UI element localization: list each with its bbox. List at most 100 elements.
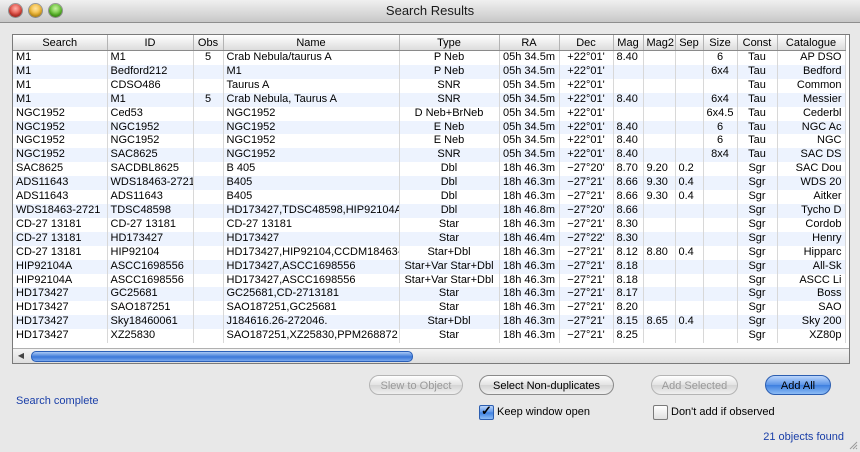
scroll-left-arrow-icon[interactable]: ◀	[16, 351, 26, 361]
table-row[interactable]: HD173427 XZ25830 SAO187251,XZ25830,PPM2688…	[13, 329, 846, 344]
cell-name: NGC1952	[223, 134, 400, 149]
cell-size	[703, 329, 738, 344]
table-row[interactable]: CD-27 13181 HIP92104 HD173427,HIP92104,CCD…	[13, 245, 846, 260]
table-row[interactable]: M1 M1 5 Crab Nebula, Taurus A SNR 05h 34.5m +2…	[13, 92, 846, 107]
horizontal-scrollbar[interactable]: ◀	[13, 348, 849, 363]
cell-cat: Messier	[777, 92, 846, 107]
cell-const: Sgr	[737, 287, 778, 302]
table-row[interactable]: M1 CDSO486 Taurus A SNR 05h 34.5m +22°01' Tau C…	[13, 78, 846, 93]
column-header-const[interactable]: Const	[737, 35, 778, 51]
cell-sep: 0.2	[675, 162, 704, 177]
cell-cat: NGC	[777, 134, 846, 149]
cell-const: Sgr	[737, 217, 778, 232]
cell-search: M1	[13, 50, 108, 65]
column-header-type[interactable]: Type	[399, 35, 500, 51]
table-row[interactable]: HIP92104A ASCC1698556 HD173427,ASCC1698556…	[13, 273, 846, 288]
checkbox-icon[interactable]	[479, 403, 494, 420]
column-header-name[interactable]: Name	[223, 35, 400, 51]
cell-const: Tau	[737, 134, 778, 149]
cell-mag2	[643, 106, 676, 121]
table-row[interactable]: HD173427 GC25681 GC25681,CD-2713181 Star 18h…	[13, 287, 846, 302]
table-row[interactable]: M1 Bedford212 M1 P Neb 05h 34.5m +22°01' 6x4 Ta…	[13, 64, 846, 79]
cell-ra: 18h 46.8m	[499, 203, 560, 218]
cell-mag2: 9.20	[643, 162, 676, 177]
cell-size	[703, 259, 738, 274]
cell-name: Taurus A	[223, 78, 400, 93]
cell-obs	[193, 301, 224, 316]
checkbox-icon[interactable]	[653, 405, 668, 420]
cell-const: Sgr	[737, 190, 778, 204]
cell-name: Crab Nebula/taurus A	[223, 50, 400, 65]
column-header-obs[interactable]: Obs	[193, 35, 224, 51]
cell-name: HD173427,ASCC1698556	[223, 259, 400, 274]
cell-search: M1	[13, 64, 108, 79]
cell-mag2	[643, 231, 676, 246]
add-selected-button[interactable]: Add Selected	[651, 375, 738, 395]
cell-obs	[193, 287, 224, 302]
cell-id: SACDBL8625	[107, 162, 194, 177]
cell-obs	[193, 78, 224, 93]
cell-cat: Cordob	[777, 217, 846, 232]
column-header-search[interactable]: Search	[13, 35, 108, 51]
column-header-ra[interactable]: RA	[499, 35, 560, 51]
table-row[interactable]: HD173427 Sky18460061 J184616.26-272046. Sta…	[13, 315, 846, 330]
slew-to-object-button[interactable]: Slew to Object	[369, 375, 463, 395]
table-row[interactable]: ADS11643 ADS11643 B405 Dbl 18h 46.3m −27°21' 8…	[13, 190, 846, 204]
column-header-dec[interactable]: Dec	[559, 35, 614, 51]
results-table[interactable]: Search ID Obs Name Type RA Dec Mag Mag2 Sep Size Co…	[12, 34, 850, 364]
cell-obs	[193, 217, 224, 232]
cell-type: SNR	[399, 78, 500, 93]
select-non-duplicates-button[interactable]: Select Non-duplicates	[479, 375, 614, 395]
cell-type: Star+Dbl	[399, 245, 500, 260]
table-row[interactable]: CD-27 13181 CD-27 13181 CD-27 13181 Star 18h…	[13, 217, 846, 232]
cell-id: GC25681	[107, 287, 194, 302]
column-header-mag[interactable]: Mag	[613, 35, 644, 51]
column-header-size[interactable]: Size	[703, 35, 738, 51]
cell-type: P Neb	[399, 50, 500, 65]
table-row[interactable]: SAC8625 SACDBL8625 B 405 Dbl 18h 46.3m −27°20…	[13, 162, 846, 177]
cell-cat: SAC Dou	[777, 162, 846, 177]
cell-const: Sgr	[737, 301, 778, 316]
cell-mag2: 9.30	[643, 176, 676, 191]
cell-dec: −27°22'	[559, 231, 614, 246]
table-row[interactable]: WDS18463-2721 TDSC48598 HD173427,TDSC48598…	[13, 203, 846, 218]
column-header-mag2[interactable]: Mag2	[643, 35, 676, 51]
table-row[interactable]: ADS11643 WDS18463-2721 B405 Dbl 18h 46.3m −27…	[13, 176, 846, 191]
table-row[interactable]: NGC1952 SAC8625 NGC1952 SNR 05h 34.5m +22°01'…	[13, 148, 846, 163]
table-row[interactable]: HIP92104A ASCC1698556 HD173427,ASCC1698556…	[13, 259, 846, 274]
table-row[interactable]: NGC1952 NGC1952 NGC1952 E Neb 05h 34.5m +22°0…	[13, 120, 846, 135]
cell-const: Tau	[737, 78, 778, 93]
cell-id: ADS11643	[107, 190, 194, 204]
cell-type: SNR	[399, 148, 500, 163]
cell-name: HD173427,ASCC1698556	[223, 273, 400, 288]
cell-sep	[675, 50, 704, 65]
cell-search: ADS11643	[13, 190, 108, 204]
table-row[interactable]: NGC1952 Ced53 NGC1952 D Neb+BrNeb 05h 34.5m +…	[13, 106, 846, 121]
table-row[interactable]: M1 M1 5 Crab Nebula/taurus AP Neb 05h 34.5m +…	[13, 50, 846, 65]
cell-search: M1	[13, 78, 108, 93]
cell-sep: 0.4	[675, 190, 704, 204]
column-header-sep[interactable]: Sep	[675, 35, 704, 51]
column-header-id[interactable]: ID	[107, 35, 194, 51]
scrollbar-thumb[interactable]	[31, 351, 413, 362]
cell-id: CD-27 13181	[107, 217, 194, 232]
cell-dec: −27°21'	[559, 287, 614, 302]
title-bar[interactable]: Search Results	[0, 0, 860, 23]
table-row[interactable]: HD173427 SAO187251 SAO187251,GC25681 Star 18…	[13, 301, 846, 316]
cell-mag	[613, 64, 644, 79]
cell-obs	[193, 190, 224, 204]
cell-obs	[193, 231, 224, 246]
column-header-cat[interactable]: Catalogue	[777, 35, 846, 51]
cell-type: Dbl	[399, 162, 500, 177]
cell-const: Sgr	[737, 176, 778, 191]
cell-ra: 05h 34.5m	[499, 148, 560, 163]
cell-mag	[613, 106, 644, 121]
cell-cat: Hipparc	[777, 245, 846, 260]
cell-cat: Henry	[777, 231, 846, 246]
table-row[interactable]: CD-27 13181 HD173427 HD173427 Star 18h 46.4m…	[13, 231, 846, 246]
add-all-button[interactable]: Add All	[765, 375, 831, 395]
table-row[interactable]: NGC1952 NGC1952 NGC1952 E Neb 05h 34.5m +22°0…	[13, 134, 846, 149]
resize-grip-icon[interactable]	[848, 440, 858, 450]
cell-const: Tau	[737, 148, 778, 163]
cell-mag: 8.40	[613, 134, 644, 149]
